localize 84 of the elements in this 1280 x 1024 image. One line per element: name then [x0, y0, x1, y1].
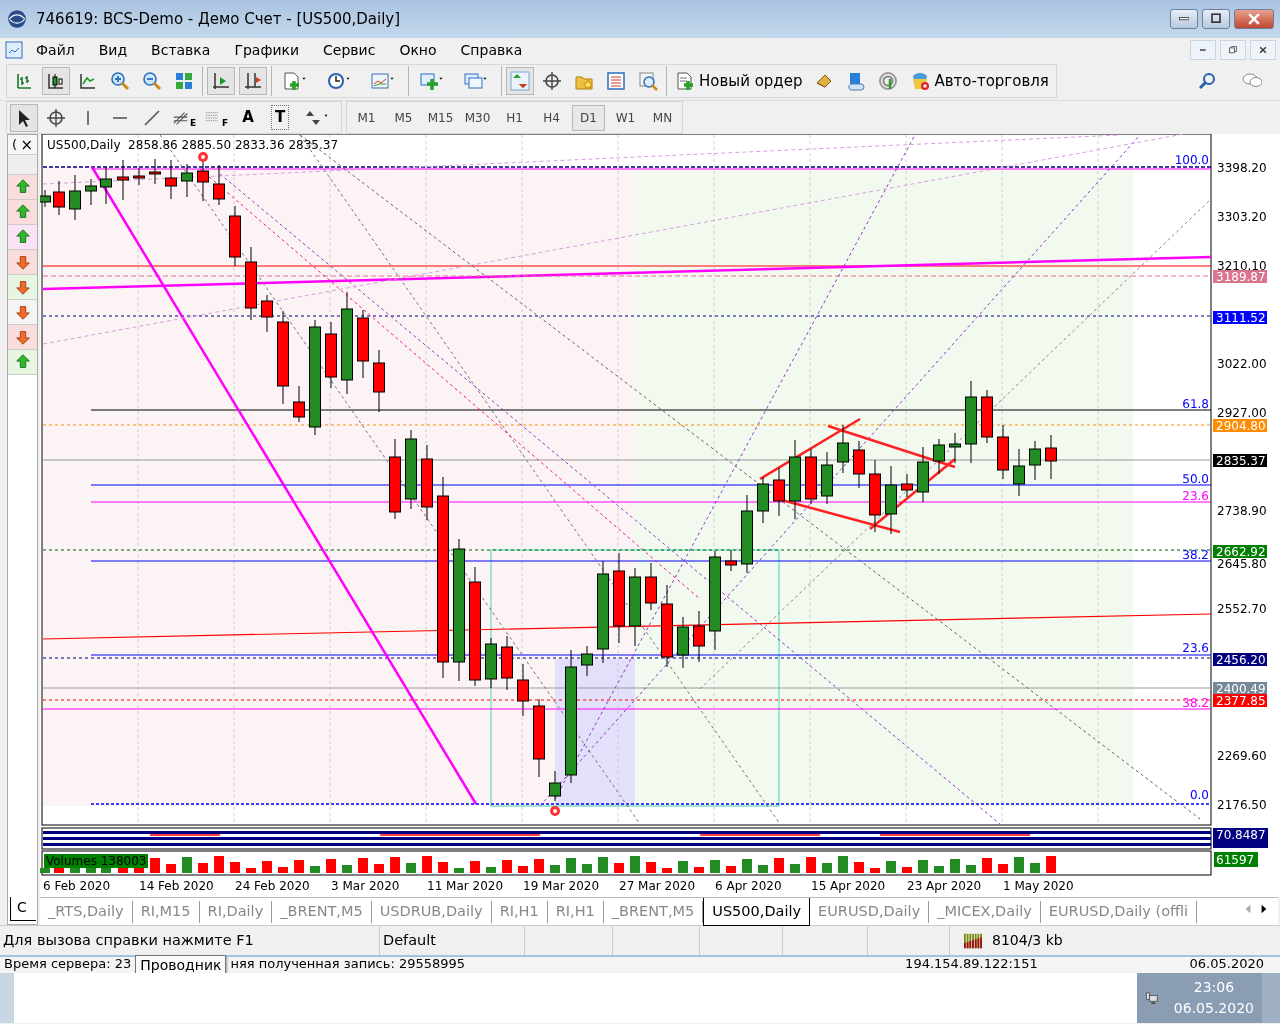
- fib-level-label: 38.2: [1182, 696, 1209, 710]
- timeframe-button[interactable]: W1: [609, 104, 642, 131]
- chart-tab[interactable]: _MICEX,Daily: [929, 901, 1041, 923]
- fib-level-label: 23.6: [1182, 489, 1209, 503]
- server-time-text: Время сервера: 23: [3, 957, 132, 971]
- timeframe-button[interactable]: M5: [387, 104, 420, 131]
- date-label: 1 May 2020: [1003, 879, 1074, 893]
- price-badge: 3189.87: [1213, 270, 1267, 284]
- drawing-tool-button[interactable]: E: [170, 103, 198, 132]
- timeframe-button[interactable]: H1: [498, 104, 531, 131]
- price-label: 2269.60: [1217, 749, 1267, 763]
- price-label: 2645.80: [1217, 557, 1267, 571]
- window-title: 746619: BCS-Demo - Демо Счет - [US500,Daily]: [36, 8, 401, 30]
- timeframe-button[interactable]: M30: [461, 104, 494, 131]
- drawing-tool-button[interactable]: A: [234, 103, 262, 132]
- fib-level-label: 61.8: [1182, 397, 1209, 411]
- timeframe-button[interactable]: M1: [350, 104, 383, 131]
- fib-level-label: 0.0: [1189, 788, 1209, 802]
- panel-tab[interactable]: C: [10, 897, 36, 921]
- price-badge: 2835.37: [1213, 454, 1267, 468]
- timeframe-button[interactable]: H4: [535, 104, 568, 131]
- auto-trading-button[interactable]: Авто-торговля: [906, 67, 1053, 95]
- traffic-text: 8104/3 kb: [992, 931, 1063, 950]
- tooltip: Проводник: [135, 955, 227, 975]
- new-order-button[interactable]: Новый ордер: [671, 67, 807, 95]
- price-label: 3303.20: [1217, 210, 1267, 224]
- fib-level-label: 50.0: [1182, 472, 1209, 486]
- last-record-text: няя полученная запись: 29558995: [230, 957, 466, 971]
- date-label: 3 Mar 2020: [331, 879, 400, 893]
- price-badge: 2904.80: [1213, 419, 1267, 433]
- clock-date: 06.05.2020: [1173, 999, 1254, 1018]
- date-label: 6 Feb 2020: [43, 879, 111, 893]
- indicator-badge: 70.8487: [1213, 828, 1268, 848]
- date-label: 6 Apr 2020: [715, 879, 782, 893]
- price-label: 3210.10: [1217, 259, 1267, 273]
- chart-tab[interactable]: RI,H1: [547, 901, 604, 923]
- chart-tab[interactable]: _BRENT,M5: [272, 901, 372, 923]
- chart-tab[interactable]: _RTS,Daily: [40, 901, 133, 923]
- date-label: 27 Mar 2020: [619, 879, 696, 893]
- server-address-text: 194.154.89.122:151: [905, 957, 1038, 971]
- clock-time: 23:06: [1192, 978, 1236, 997]
- date-label: 24 Feb 2020: [235, 879, 310, 893]
- chart-tab[interactable]: RI,M15: [132, 901, 200, 923]
- menu-item[interactable]: Вставка: [139, 39, 223, 61]
- chart-tab[interactable]: RI,Daily: [199, 901, 273, 923]
- timeframe-button[interactable]: D1: [572, 104, 605, 131]
- timeframe-button[interactable]: MN: [646, 104, 679, 131]
- chart-header: US500,Daily 2858.86 2885.50 2833.36 2835.37: [47, 138, 339, 152]
- close-button[interactable]: ×: [20, 135, 33, 154]
- price-badge: 2662.92: [1213, 545, 1267, 559]
- price-label: 3022.00: [1217, 357, 1267, 371]
- chart-tab[interactable]: US500,Daily: [703, 898, 811, 926]
- date-text: 06.05.2020: [1189, 957, 1265, 971]
- panel-tab[interactable]: (: [12, 135, 18, 154]
- fib-level-label: 23.6: [1182, 641, 1209, 655]
- date-label: 11 Mar 2020: [427, 879, 504, 893]
- price-label: 2176.50: [1217, 798, 1267, 812]
- date-label: 15 Apr 2020: [811, 879, 886, 893]
- price-label: 2927.00: [1217, 406, 1267, 420]
- date-label: 14 Feb 2020: [139, 879, 214, 893]
- price-label: 2552.70: [1217, 602, 1267, 616]
- menu-item[interactable]: Окно: [387, 39, 449, 61]
- chart-tab[interactable]: RI,H1: [491, 901, 548, 923]
- fib-level-label: 38.2: [1182, 548, 1209, 562]
- price-badge: 2377.85: [1213, 694, 1267, 708]
- price-label: 3398.20: [1217, 161, 1267, 175]
- volume-badge: 61597: [1214, 852, 1258, 867]
- menu-item[interactable]: Сервис: [311, 39, 388, 61]
- fib-level-label: 100.0: [1174, 153, 1209, 167]
- drawing-tool-button[interactable]: F: [202, 103, 230, 132]
- menu-item[interactable]: Вид: [86, 39, 140, 61]
- timeframe-button[interactable]: M15: [424, 104, 457, 131]
- volumes-label: Volumes 138003: [44, 854, 148, 868]
- price-label: 2738.90: [1217, 504, 1267, 518]
- menu-item[interactable]: Графики: [222, 39, 312, 61]
- menu-item[interactable]: Справка: [448, 39, 535, 61]
- price-badge: 2456.20: [1213, 653, 1267, 667]
- price-badge: 3111.52: [1213, 311, 1267, 325]
- chart-tab[interactable]: EURUSD,Daily (offli: [1040, 901, 1198, 923]
- date-label: 19 Mar 2020: [523, 879, 600, 893]
- date-label: 23 Apr 2020: [907, 879, 982, 893]
- chart-tab[interactable]: EURUSD,Daily: [810, 901, 930, 923]
- menu-item[interactable]: Файл: [24, 39, 87, 61]
- chart-tab[interactable]: USDRUB,Daily: [371, 901, 492, 923]
